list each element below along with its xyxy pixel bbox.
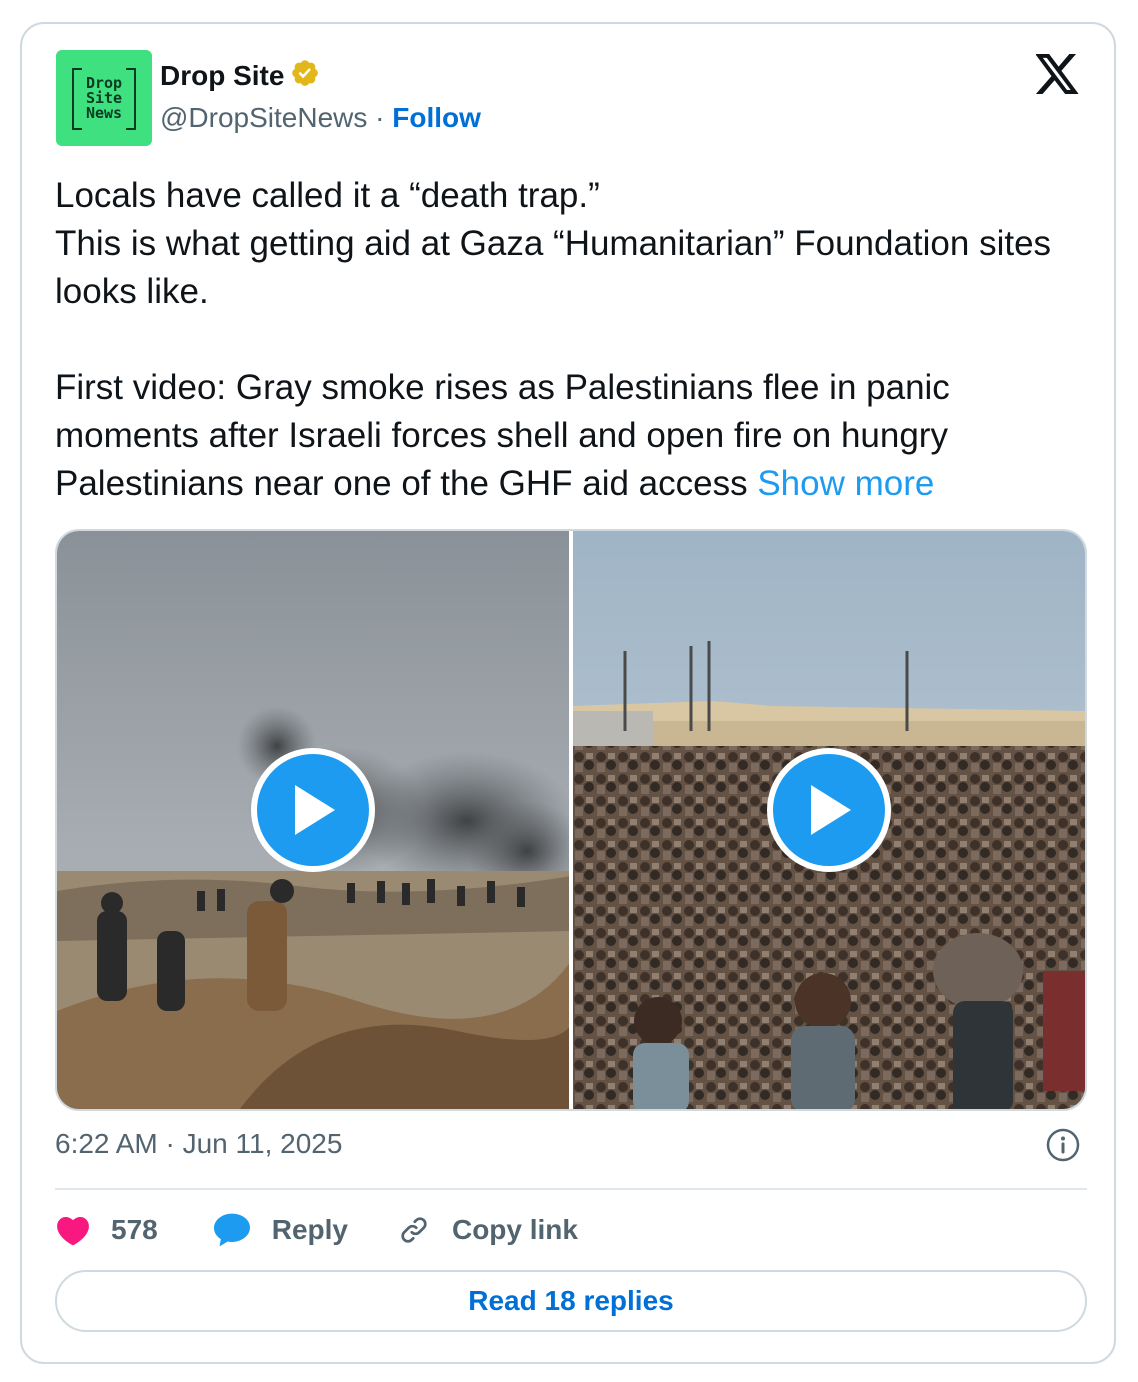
copy-link-button[interactable]: Copy link: [396, 1212, 578, 1248]
verified-badge-icon: [290, 58, 320, 93]
handle-separator: ·: [375, 102, 385, 133]
play-icon: [811, 785, 851, 835]
play-icon: [295, 785, 335, 835]
x-logo-icon[interactable]: [1035, 54, 1080, 94]
show-more-link[interactable]: Show more: [757, 464, 934, 503]
reply-label: Reply: [271, 1214, 348, 1245]
reply-bubble-icon: [213, 1213, 250, 1247]
tweet-paragraph-2: First video: Gray smoke rises as Palesti…: [55, 364, 1095, 508]
like-count: 578: [111, 1214, 158, 1245]
tweet-card: Drop Site News Drop Site @DropSiteNews ·…: [20, 22, 1116, 1364]
avatar-bracket-left: [72, 68, 82, 130]
info-icon[interactable]: [1046, 1128, 1080, 1162]
like-button[interactable]: 578: [55, 1214, 158, 1246]
author-handle[interactable]: @DropSiteNews: [160, 102, 367, 133]
tweet-line-1: Locals have called it a “death trap.”: [55, 176, 600, 215]
author-name-row: Drop Site: [160, 58, 320, 93]
media-grid: [55, 529, 1087, 1111]
video-2[interactable]: [573, 531, 1085, 1109]
read-replies-button[interactable]: Read 18 replies: [55, 1270, 1087, 1332]
tweet-line-2: This is what getting aid at Gaza “Humani…: [55, 224, 1052, 311]
copy-link-label: Copy link: [451, 1214, 578, 1245]
author-handle-row: @DropSiteNews · Follow: [160, 102, 481, 134]
link-icon: [401, 1217, 427, 1243]
author-name[interactable]: Drop Site: [160, 60, 284, 92]
play-button-2[interactable]: [767, 748, 891, 872]
play-button-1[interactable]: [251, 748, 375, 872]
follow-button[interactable]: Follow: [392, 102, 481, 133]
tweet-timestamp[interactable]: 6:22 AM · Jun 11, 2025: [55, 1128, 342, 1160]
reply-button[interactable]: Reply: [212, 1212, 348, 1248]
tweet-text: Locals have called it a “death trap.” Th…: [55, 172, 1095, 508]
action-bar: 578 Reply Copy link: [55, 1208, 578, 1252]
avatar-text: Drop Site News: [85, 73, 123, 122]
video-1[interactable]: [57, 531, 569, 1109]
avatar[interactable]: Drop Site News: [56, 50, 152, 146]
avatar-bracket-right: [126, 68, 136, 130]
heart-icon: [57, 1216, 89, 1246]
divider: [55, 1188, 1087, 1190]
